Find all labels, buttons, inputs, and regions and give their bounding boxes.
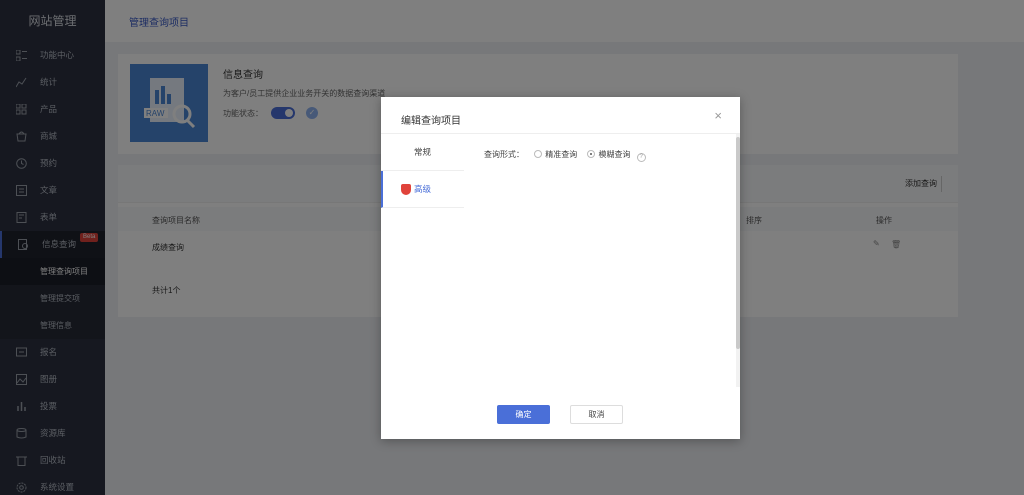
confirm-button[interactable]: 确定 bbox=[497, 405, 550, 424]
dialog-tabs: 常规 高级 bbox=[381, 134, 464, 208]
radio-fuzzy-query[interactable] bbox=[587, 150, 596, 158]
radio-label: 精准查询 bbox=[545, 150, 578, 159]
close-icon[interactable]: × bbox=[714, 108, 722, 123]
shield-icon bbox=[401, 184, 411, 195]
edit-query-project-dialog: 编辑查询项目 × 常规 高级 查询形式： 精准查询 模糊查询 ? 确定 取消 bbox=[381, 97, 740, 439]
radio-exact-query[interactable] bbox=[534, 150, 543, 158]
radio-label: 模糊查询 bbox=[598, 150, 631, 159]
dialog-title: 编辑查询项目 bbox=[401, 116, 461, 127]
help-icon[interactable]: ? bbox=[636, 153, 646, 162]
tab-label: 高级 bbox=[414, 184, 432, 194]
dialog-scrollbar-thumb[interactable] bbox=[736, 137, 740, 349]
tab-general[interactable]: 常规 bbox=[381, 134, 464, 171]
query-mode-field: 查询形式： 精准查询 模糊查询 ? bbox=[484, 149, 646, 162]
tab-advanced[interactable]: 高级 bbox=[381, 171, 464, 208]
query-mode-label: 查询形式： bbox=[484, 150, 524, 159]
tab-label: 常规 bbox=[414, 147, 432, 157]
cancel-button[interactable]: 取消 bbox=[570, 405, 623, 424]
